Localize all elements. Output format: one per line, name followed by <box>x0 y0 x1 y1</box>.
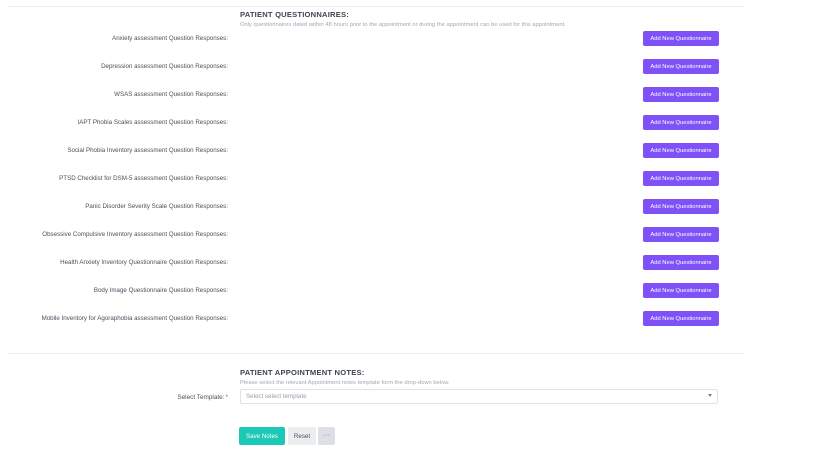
notes-note: Please select the relevant Appointment n… <box>240 380 450 386</box>
add-questionnaire-button[interactable]: Add New Questionnaire <box>643 199 719 214</box>
questionnaire-row-anxiety: Anxiety assessment Question Responses: A… <box>0 31 833 47</box>
questionnaire-row-agoraphobia: Mobile Inventory for Agoraphobia assessm… <box>0 311 833 327</box>
questionnaire-label: Obsessive Compulsive Inventory assessmen… <box>42 231 228 238</box>
questionnaire-row-health-anxiety: Health Anxiety Inventory Questionnaire Q… <box>0 255 833 271</box>
questionnaire-label: WSAS assessment Question Responses: <box>114 91 228 98</box>
questionnaire-label: PTSD Checklist for DSM-5 assessment Ques… <box>59 175 228 182</box>
questionnaires-title: PATIENT QUESTIONNAIRES: <box>240 10 349 19</box>
add-questionnaire-button[interactable]: Add New Questionnaire <box>643 311 719 326</box>
add-questionnaire-button[interactable]: Add New Questionnaire <box>643 171 719 186</box>
reset-button[interactable]: Reset <box>288 427 316 445</box>
add-questionnaire-button[interactable]: Add New Questionnaire <box>643 255 719 270</box>
questionnaire-row-social-phobia: Social Phobia Inventory assessment Quest… <box>0 143 833 159</box>
top-divider <box>8 6 744 7</box>
template-label: Select Template:* <box>177 394 228 401</box>
add-questionnaire-button[interactable]: Add New Questionnaire <box>643 115 719 130</box>
add-questionnaire-button[interactable]: Add New Questionnaire <box>643 143 719 158</box>
chevron-down-icon <box>708 394 712 397</box>
questionnaire-label: Depression assessment Question Responses… <box>101 63 228 70</box>
questionnaire-row-ptsd: PTSD Checklist for DSM-5 assessment Ques… <box>0 171 833 187</box>
questionnaire-label: IAPT Phobia Scales assessment Question R… <box>77 119 228 126</box>
add-questionnaire-button[interactable]: Add New Questionnaire <box>643 31 719 46</box>
questionnaire-label: Social Phobia Inventory assessment Quest… <box>67 147 228 154</box>
required-mark: * <box>225 394 229 401</box>
questionnaire-label: Body Image Questionnaire Question Respon… <box>93 287 228 294</box>
template-label-text: Select Template: <box>177 394 225 401</box>
template-select[interactable]: Select select template <box>240 389 718 404</box>
questionnaire-label: Health Anxiety Inventory Questionnaire Q… <box>60 259 228 266</box>
add-questionnaire-button[interactable]: Add New Questionnaire <box>643 283 719 298</box>
questionnaire-label: Anxiety assessment Question Responses: <box>112 35 228 42</box>
template-select-placeholder: Select select template <box>246 393 307 400</box>
more-options-button[interactable]: ··· <box>318 427 335 445</box>
questionnaire-row-panic-disorder: Panic Disorder Severity Scale Question R… <box>0 199 833 215</box>
add-questionnaire-button[interactable]: Add New Questionnaire <box>643 227 719 242</box>
add-questionnaire-button[interactable]: Add New Questionnaire <box>643 59 719 74</box>
questionnaires-note: Only questionnaires dated within 48 hour… <box>240 22 566 28</box>
questionnaire-row-body-image: Body Image Questionnaire Question Respon… <box>0 283 833 299</box>
questionnaire-row-ocd: Obsessive Compulsive Inventory assessmen… <box>0 227 833 243</box>
questionnaire-row-depression: Depression assessment Question Responses… <box>0 59 833 75</box>
notes-title: PATIENT APPOINTMENT NOTES: <box>240 368 365 377</box>
save-notes-button[interactable]: Save Notes <box>239 427 285 445</box>
questionnaire-row-iapt-phobia: IAPT Phobia Scales assessment Question R… <box>0 115 833 131</box>
questionnaire-label: Mobile Inventory for Agoraphobia assessm… <box>41 315 228 322</box>
add-questionnaire-button[interactable]: Add New Questionnaire <box>643 87 719 102</box>
section-divider <box>8 353 744 354</box>
questionnaire-row-wsas: WSAS assessment Question Responses: Add … <box>0 87 833 103</box>
questionnaire-label: Panic Disorder Severity Scale Question R… <box>85 203 228 210</box>
